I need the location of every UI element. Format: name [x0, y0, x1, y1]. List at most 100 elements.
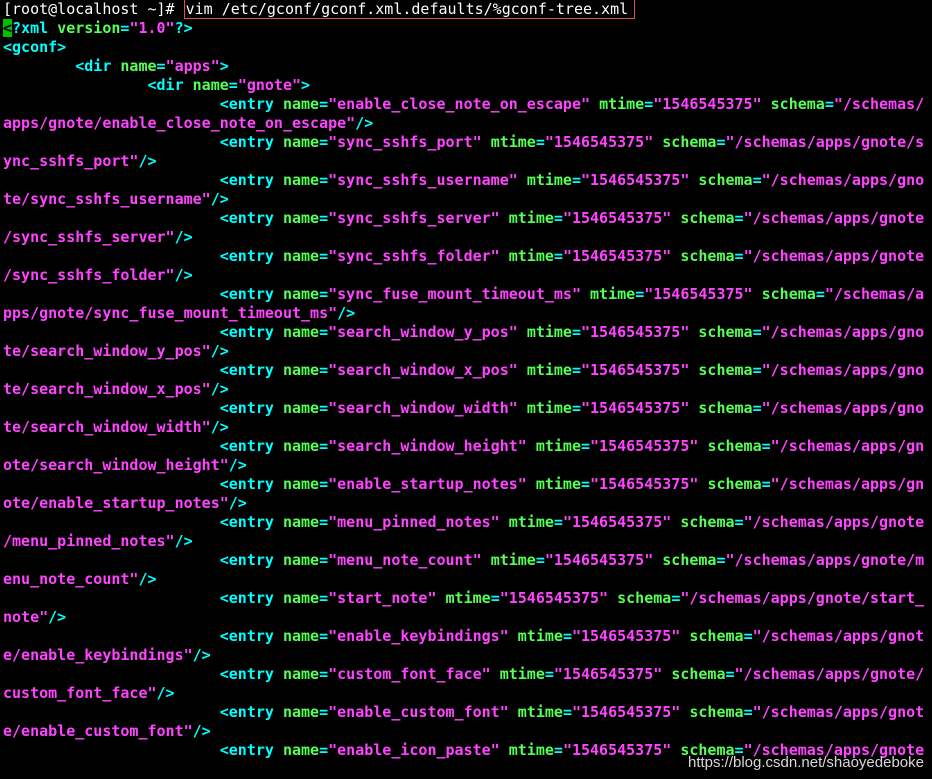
syntax-token	[581, 285, 590, 303]
syntax-token: pps/gnote/sync_fuse_mount_timeout_ms"	[3, 304, 338, 322]
syntax-token: <entry	[219, 361, 283, 379]
syntax-token: apps/gnote/enable_close_note_on_escape"	[3, 114, 356, 132]
syntax-token: mtime	[508, 741, 554, 759]
syntax-token: "start_note"	[328, 589, 437, 607]
syntax-token: enu_note_count"	[3, 570, 139, 588]
editor-line: <entry name="menu_note_count" mtime="154…	[3, 551, 928, 570]
syntax-token	[3, 171, 220, 189]
syntax-token	[3, 133, 220, 151]
syntax-token: "/schemas/	[833, 95, 925, 113]
syntax-token: <entry	[219, 95, 283, 113]
text-cursor: <	[3, 19, 13, 37]
syntax-token: name	[282, 285, 320, 303]
syntax-token: "1546545375"	[562, 209, 672, 227]
syntax-token: =	[571, 361, 581, 379]
syntax-token	[500, 513, 509, 531]
editor-line: <entry name="enable_custom_font" mtime="…	[3, 703, 928, 722]
syntax-token: "1546545375"	[581, 323, 690, 341]
editor-line: ote/search_window_height"/>	[3, 456, 928, 475]
syntax-token: mtime	[526, 361, 572, 379]
syntax-token: =	[553, 741, 563, 759]
syntax-token	[3, 285, 220, 303]
syntax-token: "sync_sshfs_server"	[328, 209, 500, 227]
syntax-token: =	[553, 513, 563, 531]
syntax-token: name	[282, 95, 320, 113]
syntax-token: mtime	[526, 323, 572, 341]
editor-line: custom_font_face"/>	[3, 684, 928, 703]
syntax-token: <entry	[219, 247, 283, 265]
syntax-token: "1546545375"	[562, 513, 672, 531]
syntax-token: "enable_startup_notes"	[328, 475, 527, 493]
syntax-token: "/schemas/apps/gno	[761, 171, 925, 189]
syntax-token	[3, 209, 220, 227]
syntax-token	[527, 437, 536, 455]
syntax-token: "1546545375"	[590, 437, 699, 455]
editor-line: /sync_sshfs_server"/>	[3, 228, 928, 247]
syntax-token: ?xml	[12, 19, 58, 37]
syntax-token: />	[156, 684, 175, 702]
syntax-token: schema	[698, 399, 753, 417]
syntax-token	[482, 551, 491, 569]
syntax-token	[3, 95, 220, 113]
syntax-token: =	[671, 589, 681, 607]
syntax-token	[500, 209, 509, 227]
syntax-token: =	[319, 551, 329, 569]
editor-line: <entry name="custom_font_face" mtime="15…	[3, 665, 928, 684]
syntax-token: "sync_sshfs_username"	[328, 171, 518, 189]
syntax-token: name	[282, 513, 320, 531]
syntax-token: mtime	[526, 399, 572, 417]
syntax-token: mtime	[499, 665, 545, 683]
syntax-token	[509, 703, 518, 721]
syntax-token	[3, 323, 220, 341]
syntax-token: ?>	[174, 19, 193, 37]
syntax-token: mtime	[517, 627, 563, 645]
syntax-token: <entry	[219, 665, 283, 683]
syntax-token: "/schemas/apps/gnot	[752, 627, 925, 645]
syntax-token: =	[761, 475, 771, 493]
syntax-token: te/search_window_y_pos"	[3, 342, 211, 360]
syntax-token	[3, 741, 220, 759]
editor-line: <entry name="start_note" mtime="15465453…	[3, 589, 928, 608]
syntax-token: "1546545375"	[581, 171, 690, 189]
syntax-token: =	[319, 247, 329, 265]
syntax-token: "/schemas/apps/gno	[761, 361, 925, 379]
syntax-token: "1546545375"	[553, 665, 663, 683]
syntax-token: =	[553, 247, 563, 265]
syntax-token: mtime	[445, 589, 491, 607]
editor-line: <dir name="gnote">	[3, 76, 928, 95]
syntax-token: mtime	[508, 247, 554, 265]
syntax-token: mtime	[490, 551, 536, 569]
editor-line: <entry name="enable_close_note_on_escape…	[3, 95, 928, 114]
syntax-token: "1546545375"	[571, 627, 681, 645]
syntax-token	[509, 627, 518, 645]
syntax-token: =	[562, 627, 572, 645]
syntax-token: mtime	[490, 133, 536, 151]
syntax-token: =	[319, 703, 329, 721]
syntax-token: schema	[689, 627, 744, 645]
syntax-token: =	[319, 665, 329, 683]
syntax-token: "enable_keybindings"	[328, 627, 509, 645]
terminal-window[interactable]: [root@localhost ~]# vim /etc/gconf/gconf…	[0, 0, 932, 779]
syntax-token: <entry	[219, 133, 283, 151]
syntax-token: "1546545375"	[499, 589, 609, 607]
editor-line: e/enable_keybindings"/>	[3, 646, 928, 665]
syntax-token: name	[282, 589, 320, 607]
syntax-token: <entry	[219, 513, 283, 531]
syntax-token: te/search_window_width"	[3, 418, 211, 436]
editor-line: <dir name="apps">	[3, 57, 928, 76]
syntax-token: =	[319, 437, 329, 455]
syntax-token: "/schemas/apps/gnote/	[734, 665, 925, 683]
vim-editor-buffer[interactable]: <?xml version="1.0"?> <gconf> <dir name="…	[3, 19, 928, 760]
syntax-token: "/schemas/a	[824, 285, 925, 303]
syntax-token: =	[319, 399, 329, 417]
syntax-token: schema	[698, 171, 753, 189]
syntax-token: mtime	[508, 209, 554, 227]
syntax-token: e/enable_keybindings"	[3, 646, 193, 664]
syntax-token	[518, 171, 527, 189]
syntax-token: name	[282, 437, 320, 455]
editor-line: <entry name="menu_pinned_notes" mtime="1…	[3, 513, 928, 532]
syntax-token: =	[743, 627, 753, 645]
editor-line: <entry name="sync_sshfs_port" mtime="154…	[3, 133, 928, 152]
syntax-token: />	[138, 152, 157, 170]
terminal-screen: [root@localhost ~]# vim /etc/gconf/gconf…	[3, 0, 928, 760]
